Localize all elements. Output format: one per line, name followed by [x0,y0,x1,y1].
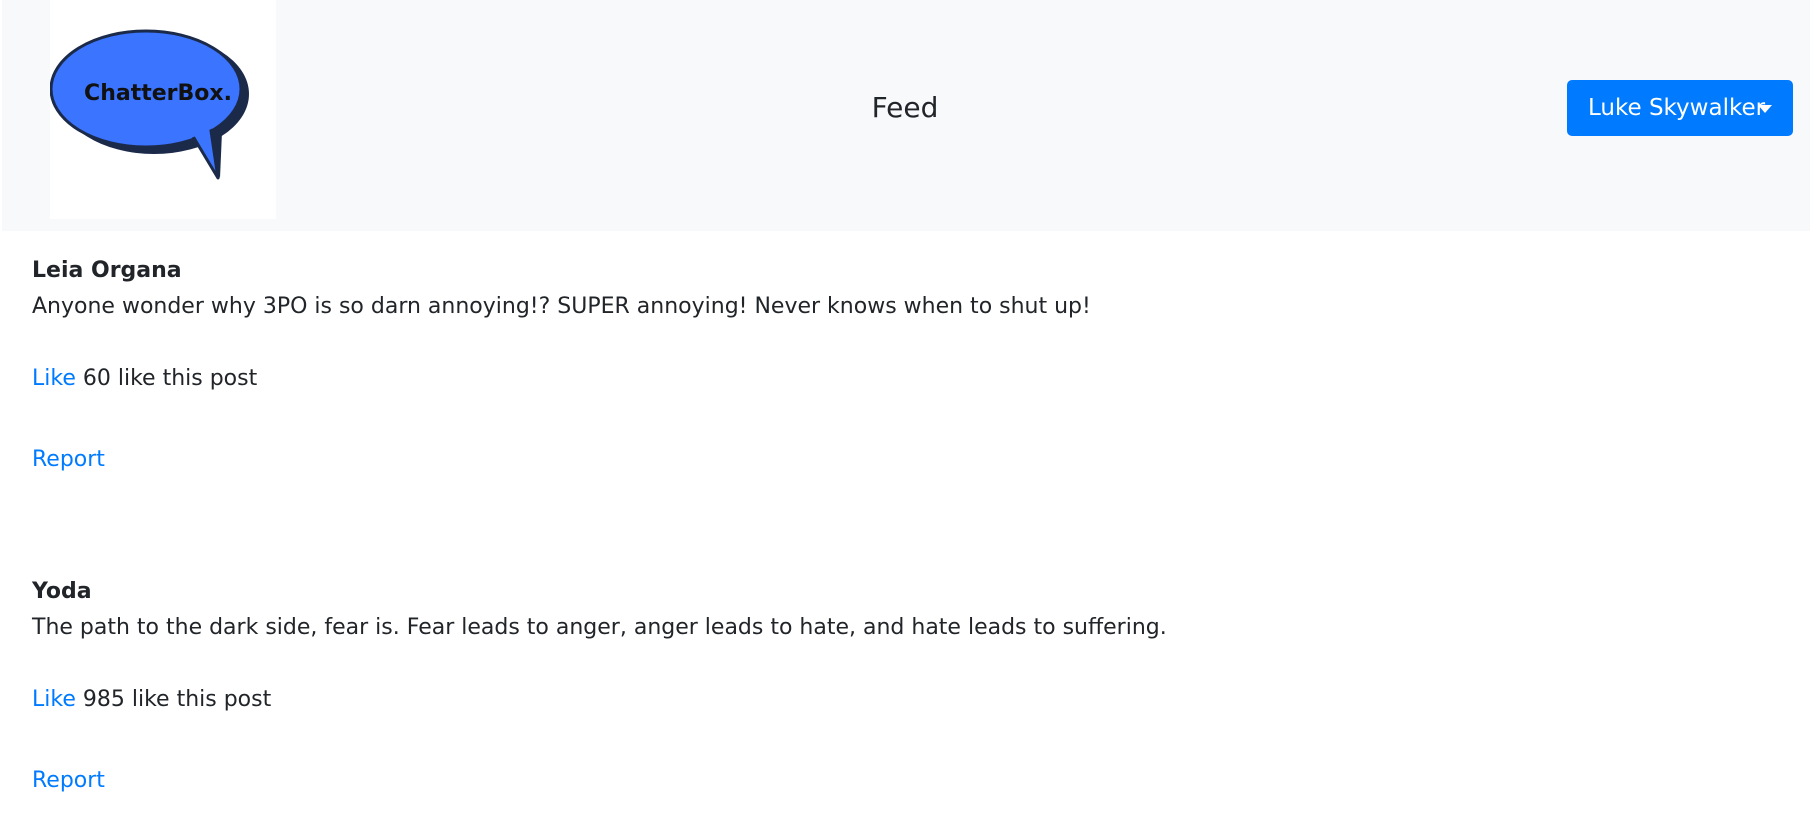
post: Leia Organa Anyone wonder why 3PO is so … [32,256,1732,475]
report-link[interactable]: Report [32,768,105,793]
post-author: Yoda [32,579,92,604]
report-row: Report [32,766,1732,796]
post-body: The path to the dark side, fear is. Fear… [32,615,1167,640]
like-link[interactable]: Like [32,366,76,391]
caret-down-icon [1758,105,1772,113]
navbar: ChatterBox. Feed Luke Skywalker [2,0,1810,231]
report-link[interactable]: Report [32,447,105,472]
post-body: Anyone wonder why 3PO is so darn annoyin… [32,294,1091,319]
user-menu-button[interactable]: Luke Skywalker [1567,80,1793,136]
like-link[interactable]: Like [32,687,76,712]
user-menu-label: Luke Skywalker [1588,95,1766,121]
report-row: Report [32,445,1732,475]
post: Yoda The path to the dark side, fear is.… [32,577,1732,796]
like-count: 985 like this post [82,687,272,712]
like-row: Like 985 like this post [32,685,1732,715]
page-title: Feed [2,88,1810,128]
page-title-text: Feed [871,91,939,124]
post-author: Leia Organa [32,258,182,283]
like-row: Like 60 like this post [32,364,1732,394]
like-count: 60 like this post [82,366,258,391]
